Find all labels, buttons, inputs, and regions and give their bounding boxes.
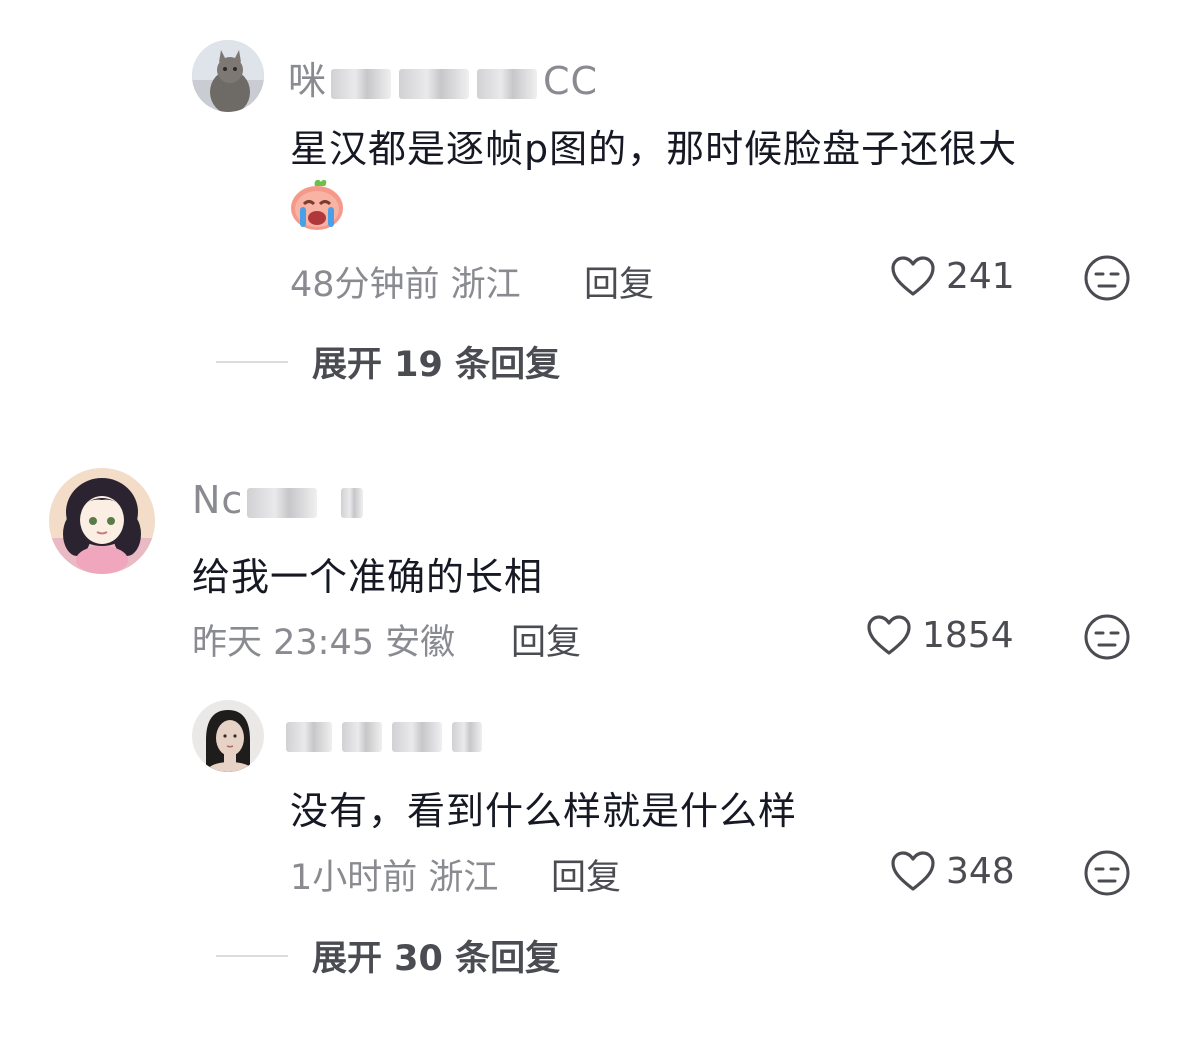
like-count: 1854: [922, 614, 1014, 656]
avatar[interactable]: [192, 700, 264, 772]
unamused-face-icon: [1084, 255, 1130, 301]
like-button[interactable]: 1854: [866, 614, 1014, 656]
avatar[interactable]: [192, 40, 264, 112]
divider: [216, 360, 288, 363]
expand-replies-button[interactable]: 展开 30 条回复: [216, 930, 560, 981]
username[interactable]: 咪 CC: [288, 50, 598, 105]
avatar[interactable]: [49, 468, 155, 574]
reply-button[interactable]: 回复: [511, 614, 581, 665]
comment-meta: 昨天 23:45 安徽: [192, 623, 456, 663]
redacted-name: [286, 721, 332, 752]
like-button[interactable]: 241: [890, 255, 1015, 297]
comment-meta: 1小时前 浙江: [290, 858, 499, 898]
expand-replies-label: 展开 30 条回复: [312, 939, 561, 979]
dislike-button[interactable]: [1083, 254, 1131, 306]
username[interactable]: [286, 712, 482, 756]
username[interactable]: Nc: [192, 478, 364, 522]
heart-icon: [867, 615, 911, 655]
redacted-name: [452, 721, 482, 752]
comment-text: 给我一个准确的长相: [192, 555, 544, 599]
dislike-button[interactable]: [1083, 849, 1131, 901]
unamused-face-icon: [1084, 850, 1130, 896]
dislike-button[interactable]: [1083, 613, 1131, 665]
expand-replies-label: 展开 19 条回复: [312, 345, 561, 385]
like-count: 241: [946, 255, 1015, 297]
divider: [216, 954, 288, 957]
redacted-name: [342, 721, 382, 752]
comment-text: 星汉都是逐帧p图的，那时候脸盘子还很大: [290, 127, 1018, 171]
redacted-name: [477, 68, 538, 99]
heart-icon: [891, 851, 935, 891]
expand-replies-button[interactable]: 展开 19 条回复: [216, 336, 560, 387]
comment-text: 没有，看到什么样就是什么样: [290, 789, 798, 833]
anime-girl-avatar-icon: [49, 468, 155, 574]
redacted-name: [399, 68, 470, 99]
redacted-name: [331, 68, 392, 99]
redacted-name: [247, 487, 318, 518]
like-button[interactable]: 348: [890, 850, 1015, 892]
cat-avatar-icon: [192, 40, 264, 112]
redacted-name: [341, 487, 364, 518]
reply-button[interactable]: 回复: [584, 256, 654, 307]
heart-icon: [891, 256, 935, 296]
unamused-face-icon: [1084, 614, 1130, 660]
comment-meta: 48分钟前 浙江: [290, 265, 521, 305]
reply-button[interactable]: 回复: [551, 849, 621, 900]
crying-face-emoji-icon: [288, 176, 346, 236]
like-count: 348: [946, 850, 1015, 892]
redacted-name: [392, 721, 442, 752]
woman-portrait-avatar-icon: [192, 700, 264, 772]
